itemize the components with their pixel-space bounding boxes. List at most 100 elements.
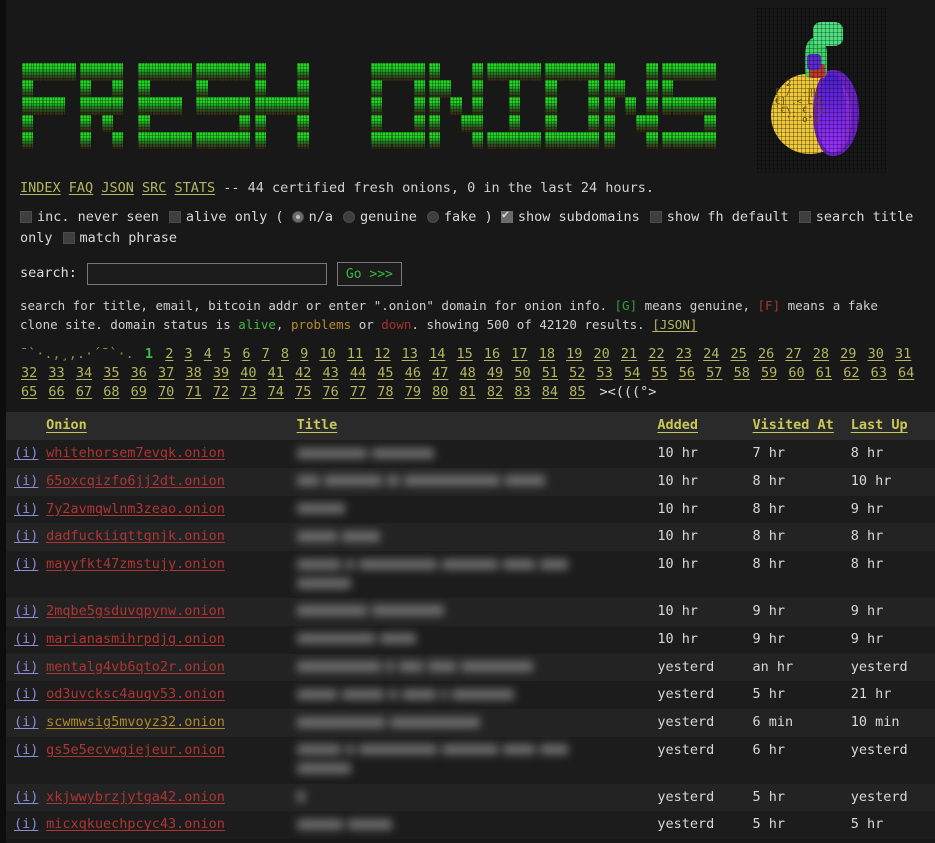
pagination-page-31[interactable]: 31 <box>895 346 911 362</box>
pagination-page-76[interactable]: 76 <box>322 384 338 400</box>
pagination-page-17[interactable]: 17 <box>511 346 527 362</box>
onion-link[interactable]: xkjwwybrzjytga42.onion <box>46 789 225 805</box>
info-link[interactable]: (i) <box>14 816 38 832</box>
nav-src[interactable]: SRC <box>142 180 166 196</box>
pagination-page-62[interactable]: 62 <box>843 365 859 381</box>
pagination-page-18[interactable]: 18 <box>539 346 555 362</box>
pagination-page-38[interactable]: 38 <box>185 365 201 381</box>
pagination-page-10[interactable]: 10 <box>319 346 335 362</box>
pagination-page-60[interactable]: 60 <box>788 365 804 381</box>
pagination-page-36[interactable]: 36 <box>131 365 147 381</box>
pagination-page-26[interactable]: 26 <box>758 346 774 362</box>
pagination-page-69[interactable]: 69 <box>131 384 147 400</box>
sort-added[interactable]: Added <box>657 417 698 433</box>
pagination-page-74[interactable]: 74 <box>268 384 284 400</box>
pagination-page-25[interactable]: 25 <box>731 346 747 362</box>
pagination-page-48[interactable]: 48 <box>460 365 476 381</box>
nav-stats[interactable]: STATS <box>175 180 216 196</box>
sort-title[interactable]: Title <box>297 417 338 433</box>
pagination-page-79[interactable]: 79 <box>405 384 421 400</box>
radio-na[interactable] <box>291 210 304 223</box>
onion-link[interactable]: 7y2avmqwlnm3zeao.onion <box>46 501 225 517</box>
pagination-page-73[interactable]: 73 <box>240 384 256 400</box>
onion-link[interactable]: 65oxcqizfo6jj2dt.onion <box>46 473 225 489</box>
pagination-page-68[interactable]: 68 <box>103 384 119 400</box>
pagination-page-66[interactable]: 66 <box>48 384 64 400</box>
pagination-page-58[interactable]: 58 <box>734 365 750 381</box>
pagination-page-44[interactable]: 44 <box>350 365 366 381</box>
pagination-page-35[interactable]: 35 <box>103 365 119 381</box>
pagination-page-32[interactable]: 32 <box>21 365 37 381</box>
pagination-page-42[interactable]: 42 <box>295 365 311 381</box>
pagination-page-67[interactable]: 67 <box>76 384 92 400</box>
checkbox-show-subdomains[interactable] <box>500 208 513 223</box>
radio-genuine[interactable] <box>343 210 356 223</box>
pagination-page-52[interactable]: 52 <box>569 365 585 381</box>
pagination-page-80[interactable]: 80 <box>432 384 448 400</box>
pagination-page-12[interactable]: 12 <box>374 346 390 362</box>
pagination-page-22[interactable]: 22 <box>648 346 664 362</box>
pagination-page-11[interactable]: 11 <box>347 346 363 362</box>
nav-json[interactable]: JSON <box>101 180 134 196</box>
checkbox-alive-only[interactable] <box>168 210 181 223</box>
onion-link[interactable]: gs5e5ecvwgiejeur.onion <box>46 742 225 758</box>
pagination-page-54[interactable]: 54 <box>624 365 640 381</box>
pagination-page-9[interactable]: 9 <box>300 346 308 362</box>
onion-link[interactable]: 2mqbe5gsduvqpynw.onion <box>46 603 225 619</box>
info-link[interactable]: (i) <box>14 714 38 730</box>
onion-link[interactable]: whitehorsem7evqk.onion <box>46 445 225 461</box>
pagination-page-64[interactable]: 64 <box>898 365 914 381</box>
pagination-page-20[interactable]: 20 <box>594 346 610 362</box>
nav-faq[interactable]: FAQ <box>69 180 93 196</box>
pagination-page-37[interactable]: 37 <box>158 365 174 381</box>
pagination-page-50[interactable]: 50 <box>514 365 530 381</box>
pagination-page-19[interactable]: 19 <box>566 346 582 362</box>
pagination-page-71[interactable]: 71 <box>185 384 201 400</box>
pagination-page-47[interactable]: 47 <box>432 365 448 381</box>
onion-link[interactable]: micxqkuechpcyc43.onion <box>46 816 225 832</box>
search-input[interactable] <box>86 263 327 285</box>
onion-link[interactable]: scwmwsig5mvoyz32.onion <box>46 714 225 730</box>
info-link[interactable]: (i) <box>14 603 38 619</box>
pagination-page-41[interactable]: 41 <box>268 365 284 381</box>
info-link[interactable]: (i) <box>14 528 38 544</box>
onion-link[interactable]: marianasmihrpdjg.onion <box>46 631 225 647</box>
pagination-page-46[interactable]: 46 <box>405 365 421 381</box>
pagination-page-78[interactable]: 78 <box>377 384 393 400</box>
pagination-page-28[interactable]: 28 <box>813 346 829 362</box>
pagination-page-5[interactable]: 5 <box>223 346 231 362</box>
info-link[interactable]: (i) <box>14 742 38 758</box>
pagination-page-4[interactable]: 4 <box>204 346 212 362</box>
pagination-page-29[interactable]: 29 <box>840 346 856 362</box>
info-link[interactable]: (i) <box>14 789 38 805</box>
info-link[interactable]: (i) <box>14 631 38 647</box>
pagination-page-81[interactable]: 81 <box>460 384 476 400</box>
sort-visited-at[interactable]: Visited At <box>753 417 834 433</box>
pagination-page-16[interactable]: 16 <box>484 346 500 362</box>
pagination-page-65[interactable]: 65 <box>21 384 37 400</box>
pagination-page-53[interactable]: 53 <box>597 365 613 381</box>
search-go-button[interactable]: Go >>> <box>336 262 402 286</box>
pagination-page-55[interactable]: 55 <box>651 365 667 381</box>
pagination-page-43[interactable]: 43 <box>322 365 338 381</box>
pagination-page-57[interactable]: 57 <box>706 365 722 381</box>
pagination-page-39[interactable]: 39 <box>213 365 229 381</box>
pagination-page-7[interactable]: 7 <box>262 346 270 362</box>
pagination-page-72[interactable]: 72 <box>213 384 229 400</box>
onion-link[interactable]: od3uvcksc4augv53.onion <box>46 686 225 702</box>
pagination-page-49[interactable]: 49 <box>487 365 503 381</box>
pagination-page-3[interactable]: 3 <box>184 346 192 362</box>
onion-link[interactable]: dadfuckiiqttgnjk.onion <box>46 528 225 544</box>
onion-link[interactable]: mentalg4vb6qto2r.onion <box>46 659 225 675</box>
pagination-page-84[interactable]: 84 <box>542 384 558 400</box>
sort-onion[interactable]: Onion <box>46 417 87 433</box>
checkbox-inc-never-seen[interactable] <box>20 210 32 223</box>
pagination-page-21[interactable]: 21 <box>621 346 637 362</box>
pagination-page-2[interactable]: 2 <box>165 346 173 362</box>
info-link[interactable]: (i) <box>14 686 38 702</box>
pagination-page-45[interactable]: 45 <box>377 365 393 381</box>
pagination-page-75[interactable]: 75 <box>295 384 311 400</box>
pagination-page-6[interactable]: 6 <box>242 346 250 362</box>
pagination-page-33[interactable]: 33 <box>48 365 64 381</box>
info-link[interactable]: (i) <box>14 445 38 461</box>
